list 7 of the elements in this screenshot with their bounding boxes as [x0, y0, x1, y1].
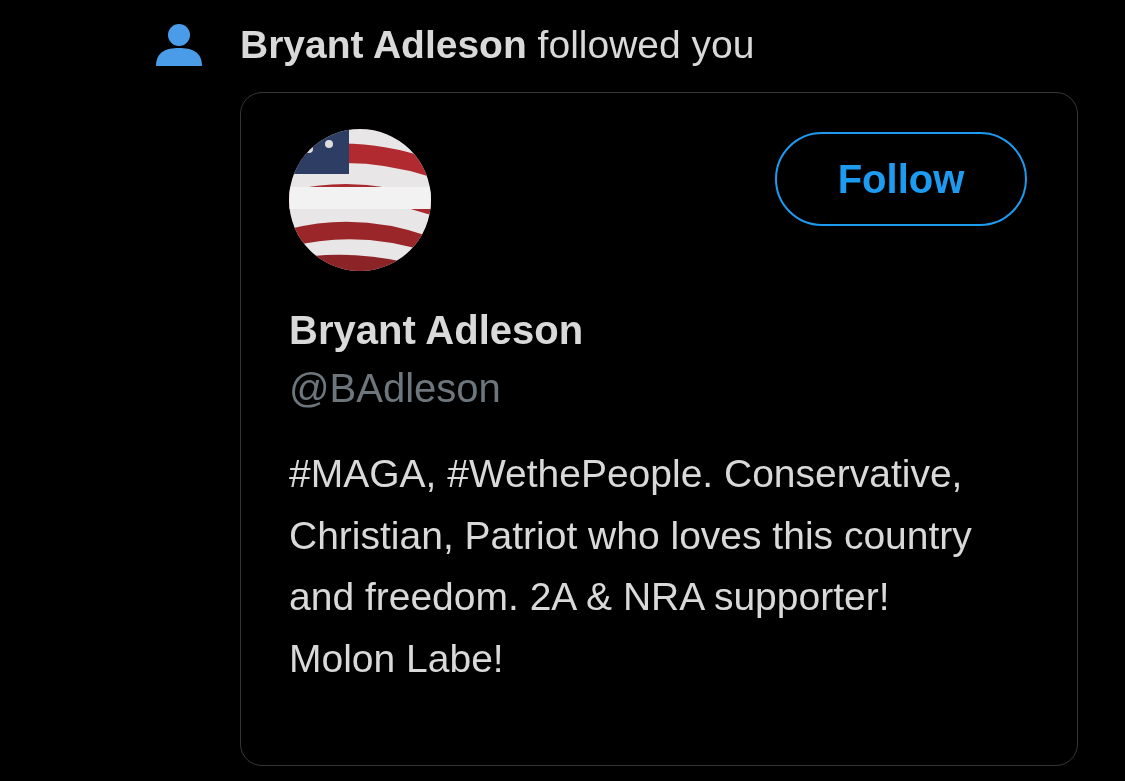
- follow-button[interactable]: Follow: [775, 132, 1027, 226]
- profile-handle: @BAdleson: [289, 365, 501, 412]
- profile-name: Bryant Adleson: [289, 307, 584, 354]
- notification-text: Bryant Adleson followed you: [240, 22, 756, 68]
- person-icon: [156, 24, 202, 66]
- profile-card[interactable]: Follow Bryant Adleson @BAdleson #MAGA, #WethePeople. Conservative, Christian, Patriot who loves this country and freedom. 2A & NRA supporter! Molon Labe!: [240, 92, 1078, 766]
- profile-bio: #MAGA, #WethePeople. Conservative, Christian, Patriot who loves this country and freedom. 2A & NRA supporter! Molon Labe!: [289, 451, 973, 682]
